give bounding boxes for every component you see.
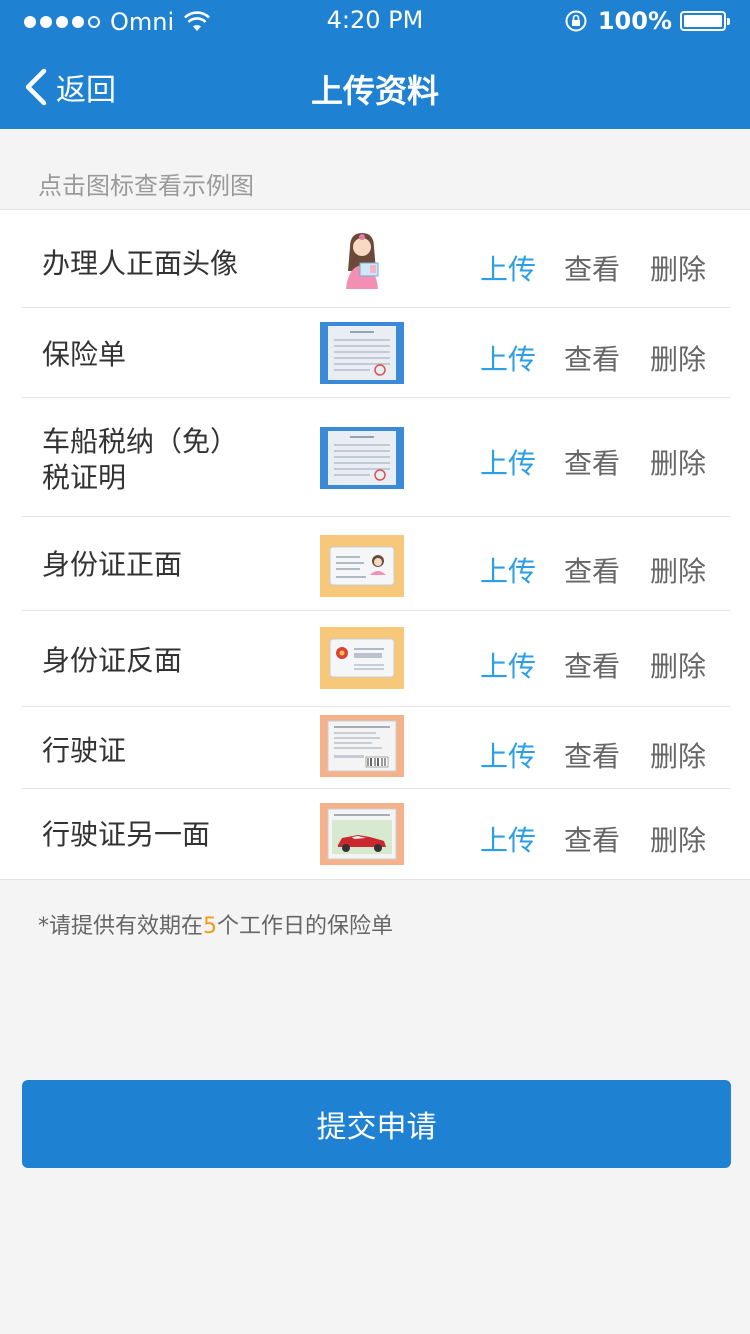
tax-certificate-icon[interactable] bbox=[320, 427, 404, 489]
battery-icon bbox=[680, 11, 730, 31]
row-label: 身份证反面 bbox=[42, 644, 183, 677]
page-title: 上传资料 bbox=[310, 72, 439, 110]
view-button[interactable]: 查看 bbox=[564, 735, 620, 775]
insurance-document-icon[interactable] bbox=[320, 322, 404, 384]
list-item: 身份证反面 上传 查看 删除 bbox=[0, 611, 750, 707]
view-button[interactable]: 查看 bbox=[564, 550, 620, 590]
view-button[interactable]: 查看 bbox=[564, 338, 620, 378]
upload-button[interactable]: 上传 bbox=[480, 248, 536, 288]
row-label: 车船税纳（免） 税证明 bbox=[42, 424, 238, 496]
row-label: 行驶证 bbox=[42, 734, 127, 767]
list-item: 办理人正面头像 上传 查看 删除 bbox=[0, 210, 750, 308]
row-label: 身份证正面 bbox=[42, 548, 183, 581]
upload-button[interactable]: 上传 bbox=[480, 645, 536, 685]
app-header: Omni 4:20 PM 100% 返回 上传资料 bbox=[0, 0, 750, 129]
view-button[interactable]: 查看 bbox=[564, 248, 620, 288]
list-item: 身份证正面 上传 查看 删除 bbox=[0, 517, 750, 611]
delete-button[interactable]: 删除 bbox=[650, 735, 706, 775]
delete-button[interactable]: 删除 bbox=[650, 645, 706, 685]
view-button[interactable]: 查看 bbox=[564, 645, 620, 685]
vehicle-license-icon[interactable] bbox=[320, 715, 404, 777]
list-item: 车船税纳（免） 税证明 上传 查看 删除 bbox=[0, 398, 750, 517]
id-card-front-icon[interactable] bbox=[320, 535, 404, 597]
list-item: 行驶证另一面 上传 查看 删除 bbox=[0, 789, 750, 881]
battery-area: 100% bbox=[564, 6, 730, 36]
delete-button[interactable]: 删除 bbox=[650, 338, 706, 378]
note-suffix: 个工作日的保险单 bbox=[217, 914, 394, 939]
view-button[interactable]: 查看 bbox=[564, 442, 620, 482]
row-label: 办理人正面头像 bbox=[42, 247, 239, 280]
row-label-line2: 税证明 bbox=[42, 461, 127, 494]
delete-button[interactable]: 删除 bbox=[650, 248, 706, 288]
delete-button[interactable]: 删除 bbox=[650, 550, 706, 590]
upload-button[interactable]: 上传 bbox=[480, 819, 536, 859]
list-item: 保险单 上传 查看 删除 bbox=[0, 308, 750, 398]
note-highlight: 5 bbox=[203, 914, 218, 939]
portrait-holding-id-icon[interactable] bbox=[320, 227, 404, 289]
upload-button[interactable]: 上传 bbox=[480, 442, 536, 482]
list-item: 行驶证 上传 查看 删除 bbox=[0, 707, 750, 789]
nav-bar: 返回 上传资料 bbox=[0, 42, 750, 129]
upload-button[interactable]: 上传 bbox=[480, 550, 536, 590]
view-button[interactable]: 查看 bbox=[564, 819, 620, 859]
row-label: 保险单 bbox=[42, 338, 127, 371]
insurance-note: *请提供有效期在5个工作日的保险单 bbox=[38, 908, 393, 940]
submit-button[interactable]: 提交申请 bbox=[22, 1080, 731, 1168]
battery-percent: 100% bbox=[597, 7, 672, 35]
hint-text: 点击图标查看示例图 bbox=[38, 172, 254, 200]
status-bar: Omni 4:20 PM 100% bbox=[0, 0, 750, 42]
rotation-lock-icon bbox=[565, 10, 587, 32]
vehicle-license-back-icon[interactable] bbox=[320, 803, 404, 865]
delete-button[interactable]: 删除 bbox=[650, 442, 706, 482]
upload-button[interactable]: 上传 bbox=[480, 735, 536, 775]
row-label: 行驶证另一面 bbox=[42, 818, 211, 851]
row-label-line1: 车船税纳（免） bbox=[42, 425, 239, 458]
delete-button[interactable]: 删除 bbox=[650, 819, 706, 859]
id-card-back-icon[interactable] bbox=[320, 627, 404, 689]
document-list: 办理人正面头像 上传 查看 删除 保险单 上传 查看 删除 车船税纳（免） 税证… bbox=[0, 209, 750, 880]
upload-button[interactable]: 上传 bbox=[480, 338, 536, 378]
note-prefix: *请提供有效期在 bbox=[38, 914, 204, 939]
